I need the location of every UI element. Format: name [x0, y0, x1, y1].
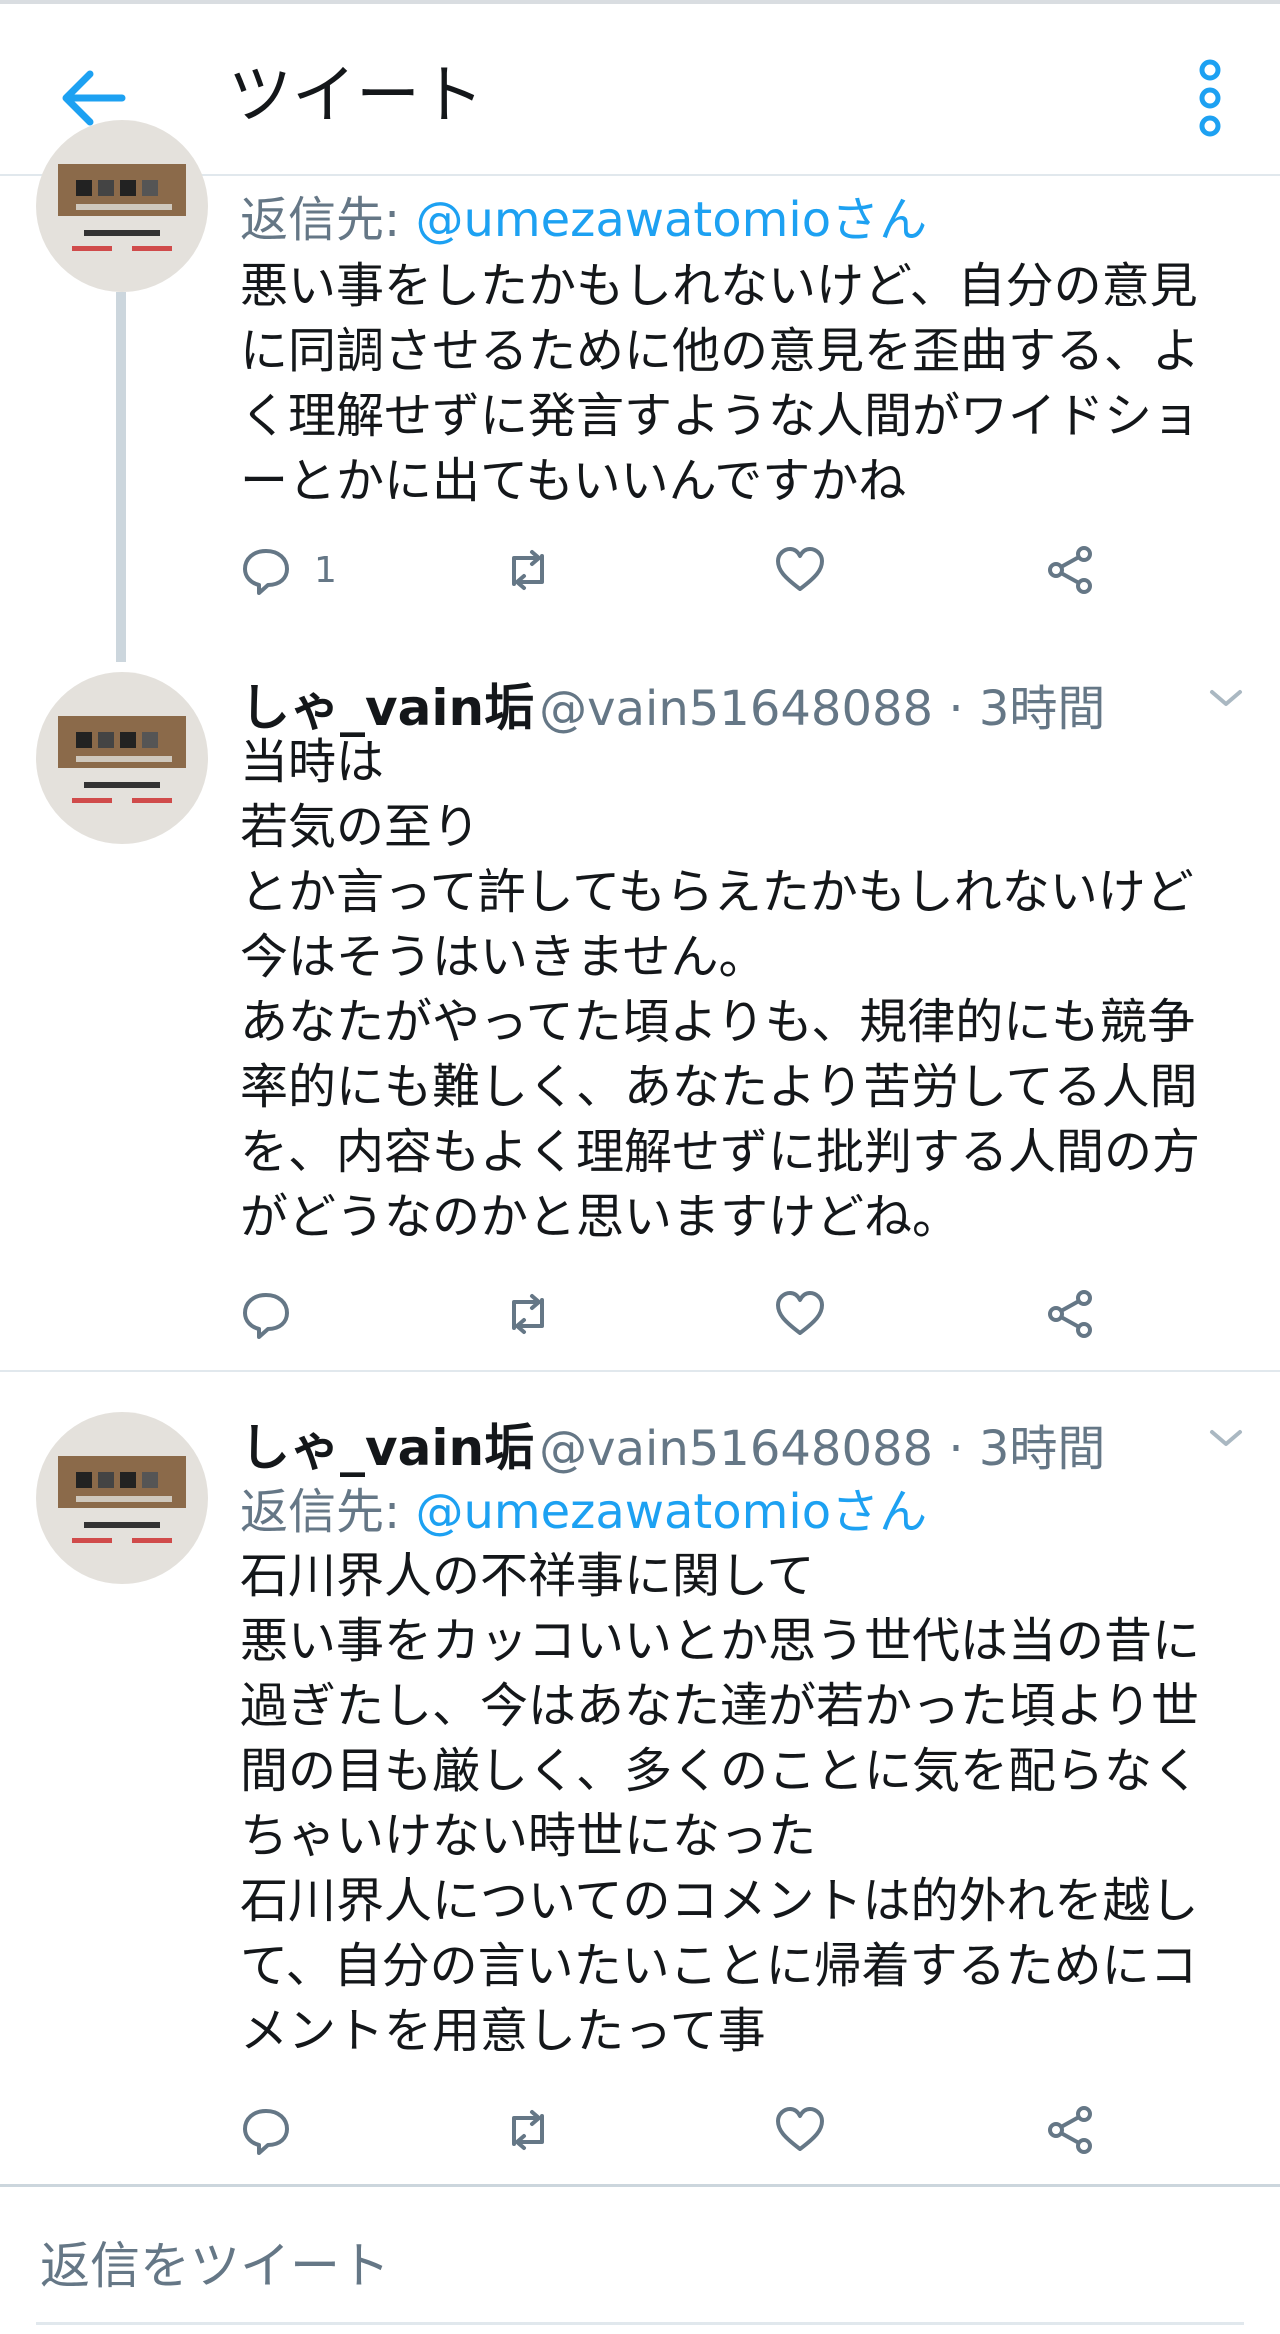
app-header: ツイート: [0, 4, 1280, 176]
reply-composer-input[interactable]: 返信をツイート: [40, 2234, 390, 2298]
reply-icon: [243, 2109, 289, 2155]
reply-count: 1: [314, 549, 337, 591]
reply-icon: [243, 549, 289, 595]
retweet-icon: [512, 2110, 544, 2150]
tweet-menu-button[interactable]: [1206, 684, 1246, 712]
share-icon: [1048, 2106, 1092, 2154]
tweet-author-row: しゃ_vain垢 @vain51648088 · 3時間: [240, 668, 1105, 737]
tweet-actions: 1: [240, 540, 1140, 600]
reply-prefix: 返信先:: [240, 192, 416, 248]
avatar[interactable]: [36, 120, 208, 292]
like-button[interactable]: [774, 1284, 826, 1344]
tweet-menu-button[interactable]: [1206, 1424, 1246, 1452]
share-button[interactable]: [1044, 1284, 1096, 1344]
reply-mention-link[interactable]: @umezawatomioさん: [415, 192, 927, 248]
share-button[interactable]: [1044, 540, 1096, 600]
tweet-text: 当時は 若気の至り とか言って許してもらえたかもしれないけど 今はそうはいきませ…: [240, 734, 1201, 1245]
more-vertical-icon: [1199, 59, 1221, 137]
tweet-parent[interactable]: 返信先: @umezawatomioさん 悪い事をしたかもしれないけど、自分の意…: [0, 120, 1280, 686]
avatar[interactable]: [36, 1412, 208, 1584]
reply-prefix: 返信先:: [240, 1484, 416, 1540]
reply-button[interactable]: [240, 2100, 292, 2160]
share-icon: [1048, 546, 1092, 594]
retweet-button[interactable]: [502, 540, 554, 600]
tweet-actions: [240, 1284, 1140, 1344]
chevron-down-icon: [1210, 690, 1242, 706]
retweet-button[interactable]: [502, 1284, 554, 1344]
tweet-text: 悪い事をしたかもしれないけど、自分の意見 に同調させるために他の意見を歪曲する、…: [240, 258, 1201, 509]
more-options-button[interactable]: [1186, 58, 1234, 138]
tweet-reply-1[interactable]: しゃ_vain垢 @vain51648088 · 3時間 当時は 若気の至り と…: [0, 660, 1280, 1370]
retweet-button[interactable]: [502, 2100, 554, 2160]
composer-underline: [36, 2322, 1244, 2325]
tweet-author-row: しゃ_vain垢 @vain51648088 · 3時間: [240, 1408, 1105, 1477]
like-button[interactable]: [774, 2100, 826, 2160]
display-name[interactable]: しゃ_vain垢: [240, 679, 534, 737]
heart-icon: [776, 547, 824, 591]
tweet-text: 石川界人の不祥事に関して 悪い事をカッコいいとか思う世代は当の昔に 過ぎたし、今…: [240, 1548, 1201, 2059]
reply-mention-link[interactable]: @umezawatomioさん: [415, 1484, 927, 1540]
thread-connector: [116, 292, 126, 662]
heart-icon: [776, 1291, 824, 1335]
retweet-icon: [512, 550, 544, 590]
share-button[interactable]: [1044, 2100, 1096, 2160]
display-name[interactable]: しゃ_vain垢: [240, 1419, 534, 1477]
handle-and-time: @vain51648088 · 3時間: [539, 681, 1106, 737]
reply-button[interactable]: 1: [240, 540, 337, 600]
tweet-reply-2[interactable]: しゃ_vain垢 @vain51648088 · 3時間 返信先: @umeza…: [0, 1400, 1280, 2190]
avatar-image: [36, 120, 208, 292]
tweet-divider: [0, 1370, 1280, 1372]
tweet-actions: [240, 2100, 1140, 2160]
avatar-image: [36, 672, 208, 844]
chevron-down-icon: [1210, 1430, 1242, 1446]
reply-icon: [243, 1293, 289, 1339]
retweet-icon: [512, 1294, 544, 1334]
reply-button[interactable]: [240, 1284, 292, 1344]
share-icon: [1048, 1290, 1092, 1338]
composer-divider: [0, 2184, 1280, 2187]
handle-and-time: @vain51648088 · 3時間: [539, 1421, 1106, 1477]
page-title: ツイート: [228, 59, 484, 133]
avatar[interactable]: [36, 672, 208, 844]
reply-context: 返信先: @umezawatomioさん: [240, 188, 927, 252]
avatar-image: [36, 1412, 208, 1584]
heart-icon: [776, 2107, 824, 2151]
like-button[interactable]: [774, 540, 826, 600]
reply-context: 返信先: @umezawatomioさん: [240, 1480, 927, 1544]
